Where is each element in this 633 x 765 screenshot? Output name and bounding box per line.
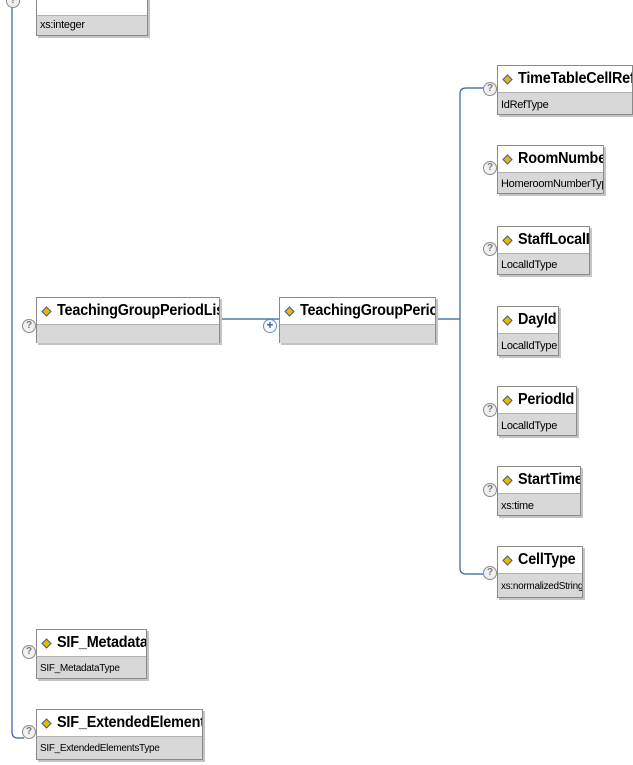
sif-metadata-node[interactable]: SIF_Metadata SIF_MetadataType — [36, 629, 147, 679]
sif-extended-elements-node[interactable]: SIF_ExtendedElements SIF_ExtendedElement… — [36, 709, 203, 760]
node-title: PeriodId — [518, 391, 575, 408]
node-title: SIF_Metadata — [57, 634, 146, 651]
node-title: TimeTableCellRefId — [518, 70, 632, 87]
optional-icon: ? — [483, 566, 497, 580]
element-icon — [502, 474, 513, 486]
trunk-line — [11, 0, 24, 739]
node-type: SIF_MetadataType — [37, 656, 146, 678]
element-icon — [502, 153, 513, 165]
node-type: IdRefType — [498, 92, 632, 114]
optional-icon: ? — [483, 242, 497, 256]
node-type — [280, 324, 435, 343]
expand-icon[interactable]: + — [263, 319, 277, 333]
node-title: RoomNumber — [518, 150, 603, 167]
optional-icon: ? — [22, 725, 36, 739]
element-node-dayid[interactable]: DayId LocalIdType — [497, 306, 559, 356]
node-type: LocalIdType — [498, 333, 558, 355]
branch-vertical-line — [459, 87, 490, 575]
node-title: StaffLocalId — [518, 231, 589, 248]
top-partial-type: xs:integer — [37, 15, 147, 35]
element-icon — [502, 554, 513, 566]
optional-icon: ? — [483, 82, 497, 96]
element-icon — [41, 637, 52, 649]
node-title: SIF_ExtendedElements — [57, 714, 202, 731]
element-icon — [284, 305, 295, 317]
element-icon — [502, 314, 513, 326]
teaching-group-period-node[interactable]: TeachingGroupPeriod — [279, 297, 436, 343]
element-icon — [502, 394, 513, 406]
optional-icon: ? — [22, 645, 36, 659]
element-icon — [41, 717, 52, 729]
list-optional-icon: ? — [22, 319, 36, 333]
node-type: LocalIdType — [498, 253, 589, 274]
node-title: DayId — [518, 311, 557, 328]
node-type: LocalIdType — [498, 413, 576, 435]
optional-icon: ? — [483, 483, 497, 497]
node-type: SIF_ExtendedElementsType — [37, 736, 202, 759]
element-node-roomnumber[interactable]: RoomNumber HomeroomNumberType — [497, 145, 604, 194]
element-icon — [41, 305, 52, 317]
node-title: TeachingGroupPeriodList — [57, 302, 219, 319]
element-icon — [502, 234, 513, 246]
element-node-celltype[interactable]: CellType xs:normalizedString — [497, 546, 583, 598]
node-title: CellType — [518, 551, 576, 568]
node-type — [37, 324, 219, 343]
element-node-stafflocalid[interactable]: StaffLocalId LocalIdType — [497, 226, 590, 275]
node-title: StartTime — [518, 471, 580, 488]
node-type: xs:normalizedString — [498, 573, 582, 597]
optional-icon: ? — [483, 403, 497, 417]
node-type: HomeroomNumberType — [498, 172, 603, 193]
optional-icon: ? — [483, 161, 497, 175]
element-node-timetablecellrefid[interactable]: TimeTableCellRefId IdRefType — [497, 65, 633, 115]
element-node-periodid[interactable]: PeriodId LocalIdType — [497, 386, 577, 436]
element-icon — [502, 73, 513, 85]
node-type: xs:time — [498, 493, 580, 515]
teaching-group-period-list-node[interactable]: TeachingGroupPeriodList — [36, 297, 220, 343]
top-partial-node[interactable]: xs:integer — [36, 0, 148, 36]
node-title: TeachingGroupPeriod — [300, 302, 435, 319]
element-node-starttime[interactable]: StartTime xs:time — [497, 466, 581, 516]
